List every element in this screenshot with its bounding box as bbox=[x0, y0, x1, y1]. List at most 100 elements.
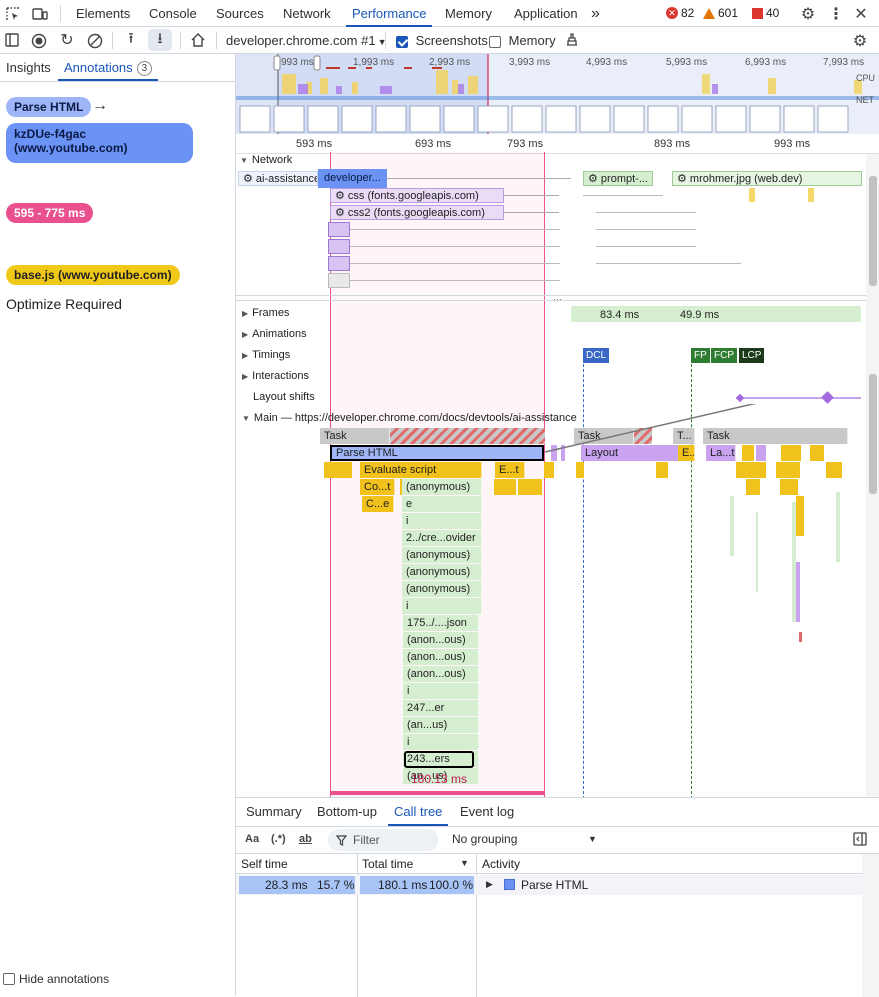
hide-annotations-checkbox[interactable]: Hide annotations bbox=[3, 972, 109, 986]
call-stack-entry[interactable]: (an...us) bbox=[403, 717, 479, 733]
expand-row-icon[interactable]: ▶ bbox=[486, 879, 493, 890]
call-stack-entry[interactable]: (anon...ous) bbox=[403, 632, 479, 648]
interactions-track-header[interactable]: ▶ Interactions bbox=[242, 370, 309, 382]
resize-handle[interactable]: … bbox=[236, 293, 879, 302]
hide-annotations-label: Hide annotations bbox=[19, 972, 110, 986]
annotation-entry-label-basejs[interactable]: base.js (www.youtube.com) bbox=[6, 265, 180, 285]
tab-application[interactable]: Application bbox=[508, 0, 584, 27]
call-stack-entry[interactable]: i bbox=[403, 734, 479, 750]
issues-counter[interactable]: 40 bbox=[752, 6, 779, 20]
tab-bottom-up[interactable]: Bottom-up bbox=[311, 798, 383, 826]
filter-input[interactable]: Filter bbox=[328, 829, 438, 851]
tab-call-tree[interactable]: Call tree bbox=[388, 798, 449, 826]
call-stack-entry[interactable]: (anonymous) bbox=[402, 479, 482, 495]
more-options-icon[interactable]: ⋮ bbox=[826, 4, 846, 24]
record-icon[interactable] bbox=[30, 32, 48, 50]
grouping-select[interactable]: No grouping ▼ bbox=[452, 832, 602, 846]
match-case-icon[interactable]: Aa bbox=[245, 833, 259, 845]
garbage-collect-icon[interactable] bbox=[562, 31, 582, 49]
tab-insights[interactable]: Insights bbox=[6, 60, 51, 75]
annotation-entry-label-network[interactable]: kzDUe-f4gac (www.youtube.com) bbox=[6, 123, 193, 163]
timing-marker-fcp[interactable]: FCP bbox=[711, 348, 737, 363]
regex-icon[interactable]: (.*) bbox=[271, 833, 286, 845]
annotation-time-range[interactable]: 595 - 775 ms bbox=[6, 203, 94, 223]
home-icon[interactable] bbox=[188, 31, 208, 49]
timing-marker-dcl[interactable]: DCL bbox=[583, 348, 610, 363]
layout-shift-marker[interactable] bbox=[735, 393, 745, 403]
capture-settings-gear-icon[interactable]: ⚙ bbox=[850, 31, 870, 51]
settings-gear-icon[interactable]: ⚙ bbox=[798, 4, 818, 24]
call-stack-entry[interactable]: i bbox=[402, 513, 482, 529]
column-header-self-time[interactable]: Self time bbox=[241, 857, 288, 871]
device-toolbar-icon[interactable] bbox=[30, 5, 50, 23]
memory-label: Memory bbox=[508, 33, 556, 48]
download-icon[interactable]: ⭳ bbox=[148, 29, 172, 51]
tab-annotations[interactable]: Annotations 3 bbox=[58, 54, 159, 81]
timeline-overview[interactable]: 993 ms 1,993 ms 2,993 ms 3,993 ms 4,993 … bbox=[236, 54, 879, 134]
network-track-header[interactable]: ▼ Network bbox=[240, 154, 292, 166]
network-request[interactable]: ⚙ css (fonts.googleapis.com) bbox=[330, 188, 504, 203]
script-icon: ⚙ bbox=[588, 173, 601, 185]
network-request-selected[interactable]: developer... bbox=[318, 169, 387, 188]
timings-track-header[interactable]: ▶ Timings bbox=[242, 349, 290, 361]
frames-track-header[interactable]: ▶ Frames bbox=[242, 307, 289, 319]
upload-icon[interactable]: ⭱ bbox=[122, 30, 140, 49]
reload-record-icon[interactable]: ↻ bbox=[58, 31, 76, 49]
self-time-ms: 28.3 ms bbox=[265, 878, 308, 892]
animations-track-header[interactable]: ▶ Animations bbox=[242, 328, 307, 340]
timing-marker-lcp[interactable]: LCP bbox=[739, 348, 765, 363]
network-request[interactable]: ⚙ css2 (fonts.googleapis.com) bbox=[330, 205, 504, 220]
call-stack-entry[interactable]: i bbox=[403, 683, 479, 699]
tab-performance[interactable]: Performance bbox=[346, 0, 433, 27]
expand-triangle-icon: ▼ bbox=[240, 156, 248, 165]
network-request[interactable]: ⚙ ai-assistance bbox=[238, 171, 318, 186]
call-stack-entry[interactable]: (anon...ous) bbox=[403, 666, 479, 682]
overview-tick: 6,993 ms bbox=[745, 57, 787, 68]
column-header-total-time[interactable]: Total time bbox=[362, 857, 413, 871]
toggle-heaviest-stack-icon[interactable] bbox=[852, 831, 868, 847]
overview-tick: 2,993 ms bbox=[429, 57, 471, 68]
more-tabs-icon[interactable]: » bbox=[585, 0, 606, 27]
tab-sources[interactable]: Sources bbox=[210, 0, 270, 27]
network-request[interactable]: ⚙ mrohmer.jpg (web.dev) bbox=[672, 171, 862, 186]
call-stack-entry[interactable]: (anonymous) bbox=[402, 564, 482, 580]
table-row[interactable]: 28.3 ms 15.7 % 180.1 ms 100.0 % ▶ Parse … bbox=[236, 875, 862, 895]
time-range-bar[interactable] bbox=[330, 791, 545, 795]
call-stack-entry[interactable]: 2../cre...ovider bbox=[402, 530, 482, 546]
inspect-element-icon[interactable] bbox=[4, 5, 22, 23]
layout-shifts-track-header[interactable]: Layout shifts bbox=[253, 391, 315, 403]
tab-event-log[interactable]: Event log bbox=[454, 798, 520, 826]
memory-checkbox[interactable]: Memory bbox=[489, 33, 556, 48]
annotation-entry-label-parse-html[interactable]: Parse HTML bbox=[6, 97, 92, 117]
screenshots-checkbox[interactable]: Screenshots bbox=[396, 33, 488, 48]
call-stack-entry[interactable]: 175../....json bbox=[403, 615, 479, 631]
tab-network[interactable]: Network bbox=[277, 0, 337, 27]
layout-shift-marker[interactable] bbox=[821, 391, 834, 404]
error-counter[interactable]: ✕ 82 bbox=[666, 6, 694, 20]
overview-tick: 1,993 ms bbox=[353, 57, 395, 68]
column-header-activity[interactable]: Activity bbox=[482, 857, 520, 871]
tab-annotations-label: Annotations bbox=[64, 60, 133, 75]
clear-icon[interactable] bbox=[86, 32, 104, 50]
call-stack-entry[interactable]: (anonymous) bbox=[402, 547, 482, 563]
details-scrollbar[interactable] bbox=[862, 854, 879, 997]
close-devtools-icon[interactable]: ✕ bbox=[851, 4, 871, 24]
vertical-scrollbar[interactable] bbox=[866, 154, 879, 797]
tab-console[interactable]: Console bbox=[143, 0, 203, 27]
warning-counter[interactable]: 601 bbox=[703, 6, 738, 20]
recording-select[interactable]: developer.chrome.com #1 ▼ bbox=[226, 33, 387, 48]
tab-elements[interactable]: Elements bbox=[70, 0, 136, 27]
network-request[interactable]: ⚙ prompt-... bbox=[583, 171, 653, 186]
toggle-sidebar-icon[interactable] bbox=[4, 32, 20, 48]
tab-memory[interactable]: Memory bbox=[439, 0, 498, 27]
call-stack-entry[interactable]: e bbox=[402, 496, 482, 512]
timing-marker-fp[interactable]: FP bbox=[691, 348, 710, 363]
self-time-percent: 15.7 % bbox=[317, 878, 355, 892]
tab-summary[interactable]: Summary bbox=[240, 798, 308, 826]
call-stack-entry[interactable]: i bbox=[402, 598, 482, 614]
call-stack-entry[interactable]: (anonymous) bbox=[402, 581, 482, 597]
overview-tick: 3,993 ms bbox=[509, 57, 551, 68]
call-stack-entry[interactable]: (anon...ous) bbox=[403, 649, 479, 665]
whole-word-icon[interactable]: ab bbox=[299, 833, 312, 845]
call-stack-entry[interactable]: 247...er bbox=[403, 700, 479, 716]
